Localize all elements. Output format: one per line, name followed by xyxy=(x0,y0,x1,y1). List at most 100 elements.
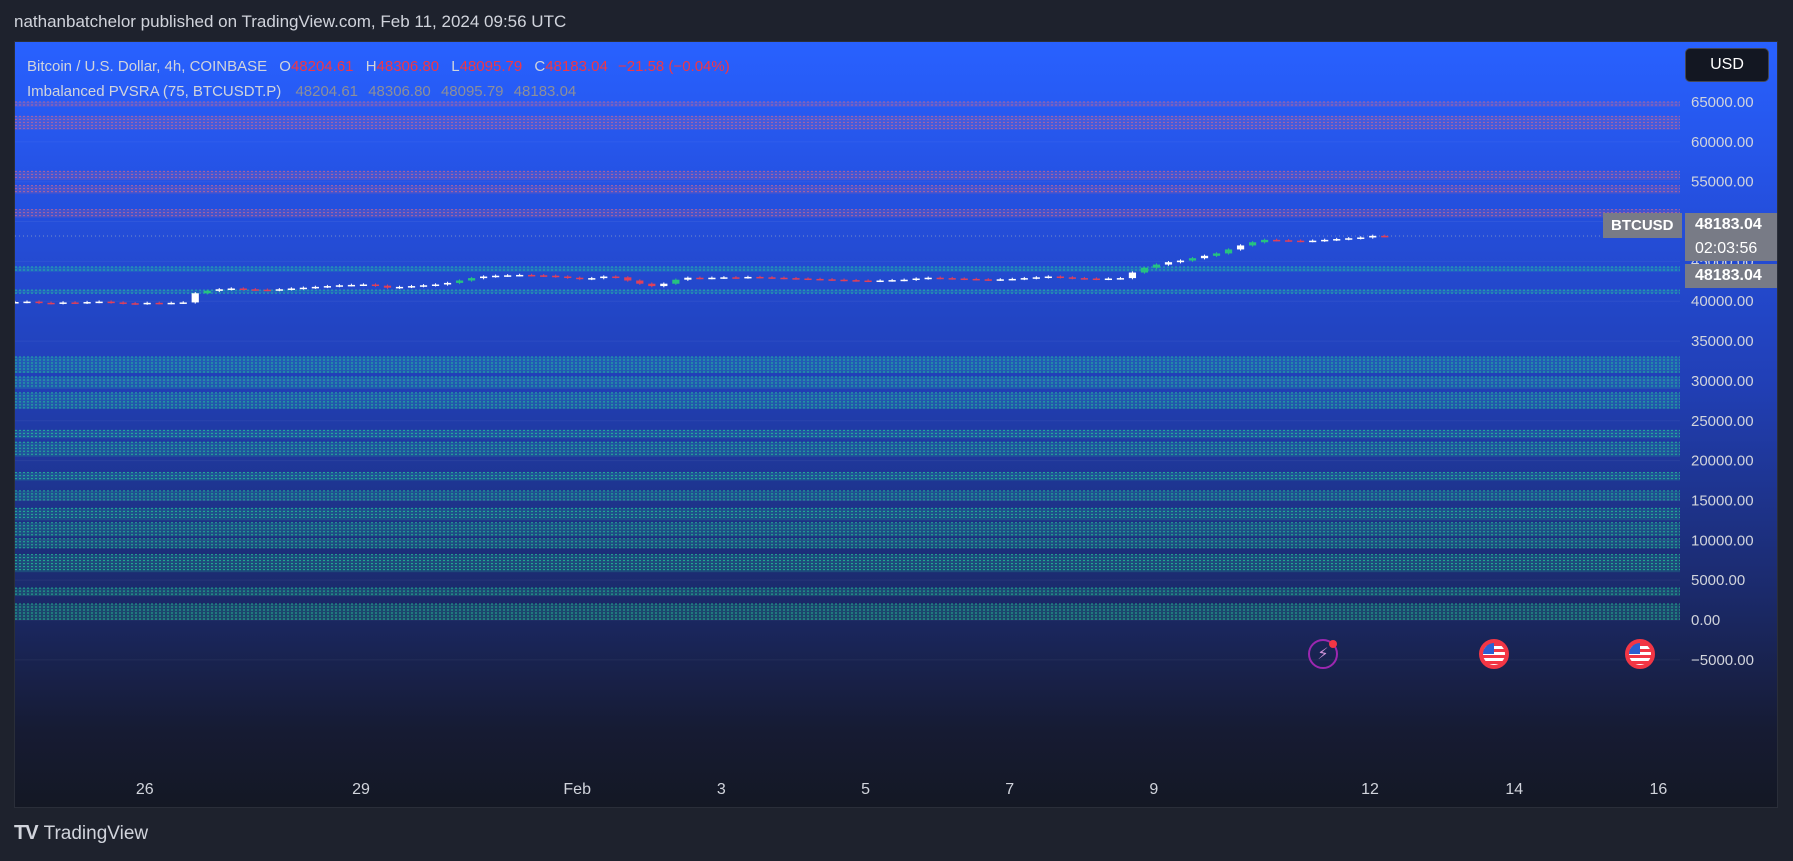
candle-body xyxy=(1008,278,1016,281)
candle-body xyxy=(1236,245,1245,250)
candle-body xyxy=(155,302,163,305)
candle-body xyxy=(564,276,572,279)
chart-pane[interactable]: 65000.0060000.0055000.0050000.0045000.00… xyxy=(14,41,1778,808)
candle-body xyxy=(1224,249,1233,254)
us-flag-icon xyxy=(1483,643,1505,665)
candle-body xyxy=(1080,278,1088,280)
indicator-value: 48204.61 xyxy=(295,83,359,100)
support-zone xyxy=(15,392,1680,409)
candle-body xyxy=(948,278,956,280)
indicator-legend-row[interactable]: Imbalanced PVSRA (75, BTCUSDT.P) 48204.6… xyxy=(27,79,730,104)
candle-body xyxy=(407,286,416,288)
candle-body xyxy=(431,284,440,286)
y-axis-tick-label: 60000.00 xyxy=(1691,134,1754,151)
support-zone xyxy=(15,588,1680,597)
candle-body xyxy=(1260,239,1269,243)
support-zone xyxy=(15,430,1680,439)
candle-body xyxy=(912,278,920,281)
candle-body xyxy=(984,279,992,281)
tradingview-mark-icon: TV xyxy=(14,822,39,844)
candle-body xyxy=(1333,239,1341,241)
currency-button[interactable]: USD xyxy=(1685,48,1769,82)
candle-body xyxy=(792,278,800,280)
candle-body xyxy=(1068,277,1076,279)
candle-body xyxy=(576,277,584,280)
y-axis-tick-label: 0.00 xyxy=(1691,612,1720,629)
candle-body xyxy=(828,279,836,281)
candle-body xyxy=(540,275,548,277)
candle-body xyxy=(672,279,680,284)
indicator-title: Imbalanced PVSRA (75, BTCUSDT.P) xyxy=(27,83,282,100)
candle-body xyxy=(708,277,716,280)
candle-body xyxy=(1357,237,1365,239)
candle-body xyxy=(624,277,632,281)
candle-body xyxy=(864,280,872,283)
candle-body xyxy=(528,274,536,277)
candle-body xyxy=(395,286,404,289)
us-flag-event-icon[interactable] xyxy=(1479,639,1509,669)
chart-legend: Bitcoin / U.S. Dollar, 4h, COINBASE O482… xyxy=(27,54,730,104)
candle-body xyxy=(1140,267,1149,273)
y-axis-tick-label: 55000.00 xyxy=(1691,174,1754,191)
bar-countdown-tag: 02:03:56 xyxy=(1685,237,1777,261)
indicator-value: 48183.04 xyxy=(513,83,577,100)
price-line-tag: 48183.04 xyxy=(1685,264,1777,288)
y-axis-tick-label: 25000.00 xyxy=(1691,413,1754,430)
support-zone xyxy=(15,604,1680,620)
candle-body xyxy=(588,278,596,280)
candle-body xyxy=(107,301,115,304)
y-axis-tick-label: 10000.00 xyxy=(1691,532,1754,549)
candle-body xyxy=(35,301,43,304)
candle-body xyxy=(359,284,368,286)
candle-body xyxy=(203,290,211,294)
candle-body xyxy=(1104,278,1113,281)
open-label: O xyxy=(279,58,291,75)
candle-body xyxy=(1020,278,1028,280)
candle-body xyxy=(323,286,332,288)
candle-body xyxy=(1369,235,1377,238)
low-value: 48095.79 xyxy=(459,58,523,75)
candle-body xyxy=(167,302,175,305)
candle-body xyxy=(239,288,247,290)
candle-body xyxy=(720,277,728,279)
candle-body xyxy=(1116,278,1125,280)
candle-body xyxy=(516,274,524,277)
candle-body xyxy=(972,278,980,281)
candle-body xyxy=(443,282,452,285)
candle-body xyxy=(119,302,127,304)
resistance-zone xyxy=(15,171,1680,181)
lightning-event-icon[interactable]: ⚡ xyxy=(1308,639,1338,669)
high-value: 48306.80 xyxy=(376,58,440,75)
candle-body xyxy=(1309,240,1317,243)
candle-body xyxy=(888,280,896,282)
tradingview-brand-text: TradingView xyxy=(43,822,149,844)
candle-body xyxy=(1321,239,1329,242)
us-flag-event-icon[interactable] xyxy=(1625,639,1655,669)
candle-body xyxy=(1128,272,1137,279)
x-axis-tick-label: 26 xyxy=(136,781,154,798)
y-axis-tick-label: 15000.00 xyxy=(1691,492,1754,509)
low-label: L xyxy=(451,58,460,75)
candle-body xyxy=(1044,276,1052,279)
candle-body xyxy=(23,301,31,304)
candle-body xyxy=(263,289,271,292)
candle-body xyxy=(215,289,223,291)
candle-body xyxy=(900,279,908,282)
candle-body xyxy=(47,302,55,305)
tradingview-logo[interactable]: TV TradingView xyxy=(14,822,148,845)
support-zone xyxy=(15,357,1680,373)
indicator-value: 48095.79 xyxy=(440,83,504,100)
high-label: H xyxy=(365,58,377,75)
candle-body xyxy=(467,278,476,281)
resistance-zone xyxy=(15,185,1680,194)
symbol-legend-row[interactable]: Bitcoin / U.S. Dollar, 4h, COINBASE O482… xyxy=(27,54,730,79)
published-by-header: nathanbatchelor published on TradingView… xyxy=(14,12,567,31)
candle-body xyxy=(1273,239,1281,242)
x-axis-tick-label: 9 xyxy=(1149,781,1158,798)
candle-body xyxy=(816,278,824,281)
price-chart[interactable]: 65000.0060000.0055000.0050000.0045000.00… xyxy=(15,42,1778,808)
candle-body xyxy=(347,284,356,287)
candle-body xyxy=(960,278,968,281)
candle-body xyxy=(383,285,392,288)
open-value: 48204.61 xyxy=(290,58,354,75)
